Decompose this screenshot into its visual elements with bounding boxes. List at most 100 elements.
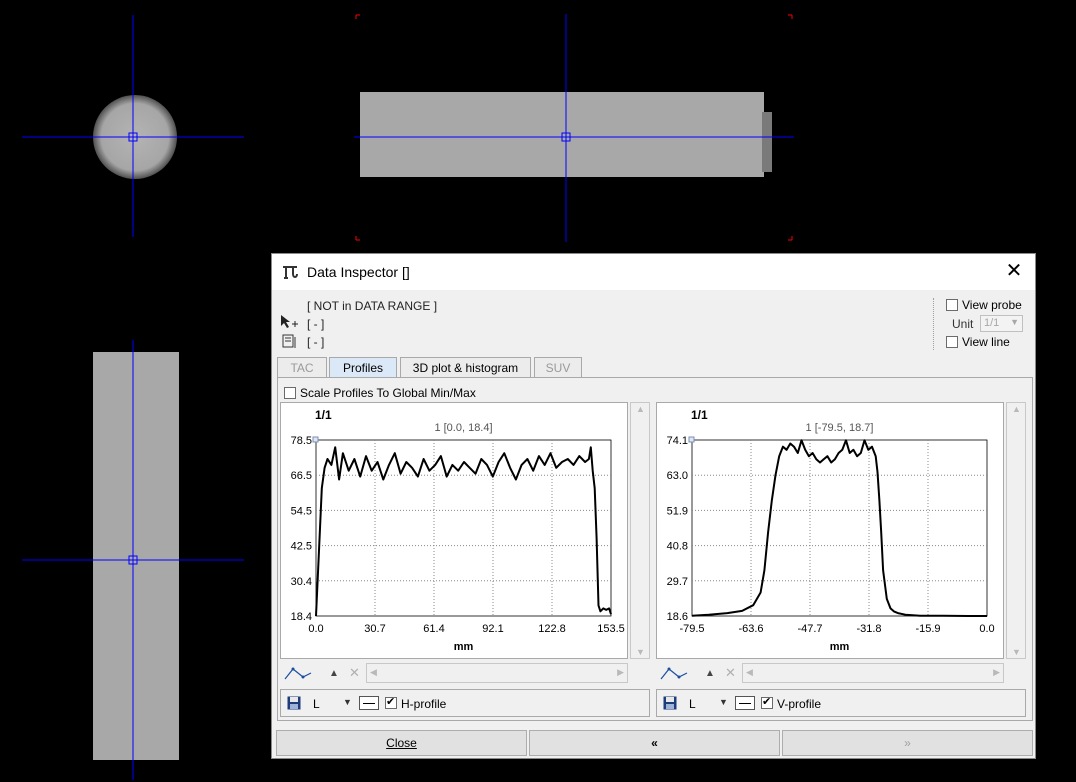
data-inspector-dialog: Data Inspector [] ✕ [ NOT in DATA RANGE … — [271, 253, 1036, 759]
profile-line-tool-icon[interactable] — [659, 665, 689, 683]
h-profile-controls: L ▼ H-profile — [280, 689, 650, 717]
x-tick-label: -79.5 — [679, 623, 704, 635]
v-profile-label: V-profile — [777, 697, 822, 711]
remove-icon[interactable]: ✕ — [725, 665, 736, 681]
v-profile-chart: 1 [-79.5, 18.7]74.163.051.940.829.718.6-… — [667, 422, 995, 653]
scale-profiles-label: Scale Profiles To Global Min/Max — [300, 386, 476, 400]
line-style-value[interactable]: L — [689, 697, 696, 711]
h-profile-checkbox[interactable] — [385, 695, 397, 709]
chevron-down-icon[interactable]: ▼ — [343, 697, 352, 707]
profile-line — [691, 439, 987, 617]
cursor-value: [ - ] — [307, 317, 325, 331]
y-tick-label: 18.6 — [667, 611, 688, 623]
data-range-status: [ NOT in DATA RANGE ] — [307, 299, 438, 313]
unit-select[interactable]: 1/1 ▼ — [980, 315, 1023, 332]
y-tick-label: 63.0 — [667, 470, 688, 482]
h-profile-plot[interactable]: 1/1 1 [0.0, 18.4] 78.5 66.5 54.5 42.5 30.4 18.… — [280, 402, 628, 659]
view-line-checkbox[interactable] — [946, 336, 958, 348]
close-icon[interactable]: ✕ — [1003, 260, 1025, 282]
x-axis-label: mm — [830, 641, 850, 653]
view-probe-checkbox[interactable] — [946, 299, 958, 311]
y-tick-label: 51.9 — [667, 505, 688, 517]
y-tick-label: 30.4 — [291, 576, 312, 588]
profiles-panel: Scale Profiles To Global Min/Max 1/1 1 [… — [277, 377, 1033, 721]
scroll-right-icon[interactable]: ▶ — [617, 667, 624, 678]
h-profile-vertical-scrollbar[interactable]: ▲ ▼ — [630, 402, 650, 659]
v-profile-checkbox[interactable] — [761, 695, 773, 709]
y-tick-label: 40.8 — [667, 541, 688, 553]
remove-icon[interactable]: ✕ — [349, 665, 360, 681]
profile-line — [315, 446, 612, 617]
view-line-label: View line — [962, 335, 1010, 349]
plot-frame — [315, 439, 612, 617]
axis-handle — [312, 436, 319, 443]
x-tick-label: 122.8 — [538, 623, 566, 635]
chart-title: 1 [-79.5, 18.7] — [806, 422, 874, 434]
sagittal-view[interactable] — [22, 340, 272, 780]
x-tick-label: 0.0 — [308, 623, 323, 635]
scale-profiles-checkbox[interactable] — [284, 387, 296, 399]
previous-button[interactable]: « — [529, 730, 780, 756]
x-tick-label: -63.6 — [738, 623, 763, 635]
line-color-swatch[interactable] — [359, 696, 379, 710]
move-up-icon[interactable]: ▲ — [329, 668, 339, 679]
close-button[interactable]: Close — [276, 730, 527, 756]
coronal-view[interactable] — [354, 14, 794, 242]
next-button[interactable]: » — [782, 730, 1033, 756]
line-style-value[interactable]: L — [313, 697, 320, 711]
cursor-probe-icon — [281, 315, 298, 328]
scroll-left-icon[interactable]: ◀ — [746, 667, 753, 678]
chevron-down-icon[interactable]: ▼ — [719, 697, 728, 707]
save-icon[interactable] — [663, 696, 677, 710]
v-profile-vertical-scrollbar[interactable]: ▲ ▼ — [1006, 402, 1026, 659]
x-tick-label: -47.7 — [797, 623, 822, 635]
probe-value-icon — [282, 334, 296, 348]
scroll-up-icon[interactable]: ▲ — [1012, 404, 1021, 414]
tab-tac[interactable]: TAC — [277, 357, 327, 377]
scroll-down-icon[interactable]: ▼ — [636, 647, 645, 657]
x-tick-label: 0.0 — [979, 623, 994, 635]
tab-profiles[interactable]: Profiles — [329, 357, 397, 377]
dialog-title: Data Inspector [] — [307, 264, 410, 280]
y-tick-label: 78.5 — [291, 435, 312, 447]
y-tick-label: 54.5 — [291, 505, 312, 517]
y-tick-label: 29.7 — [667, 576, 688, 588]
y-tick-label: 66.5 — [291, 470, 312, 482]
h-profile-chart: 1 [0.0, 18.4] 78.5 66.5 54.5 42.5 30.4 18.40.0… — [291, 422, 625, 653]
y-tick-label: 18.4 — [291, 611, 312, 623]
transaxial-view[interactable] — [22, 15, 244, 237]
tab-suv[interactable]: SUV — [534, 357, 582, 377]
probe-value: [ - ] — [307, 335, 325, 349]
v-profile-horizontal-scrollbar[interactable]: ◀ ▶ — [742, 663, 1004, 683]
x-tick-label: 61.4 — [423, 623, 444, 635]
options-divider — [933, 298, 935, 350]
line-color-swatch[interactable] — [735, 696, 755, 710]
profile-line-tool-icon[interactable] — [283, 665, 313, 683]
axis-handle — [688, 436, 695, 443]
x-tick-label: 30.7 — [364, 623, 385, 635]
app-logo-icon — [283, 266, 298, 279]
y-tick-label: 42.5 — [291, 541, 312, 553]
scroll-left-icon[interactable]: ◀ — [370, 667, 377, 678]
scroll-right-icon[interactable]: ▶ — [993, 667, 1000, 678]
v-profile-plot[interactable]: 1/1 1 [-79.5, 18.7] 74.1 63.0 51.9 40.8 29.7 1… — [656, 402, 1004, 659]
x-axis-label: mm — [454, 641, 474, 653]
x-tick-label: 92.1 — [482, 623, 503, 635]
unit-label: Unit — [952, 317, 974, 331]
plot-frame — [691, 439, 988, 617]
scroll-up-icon[interactable]: ▲ — [636, 404, 645, 414]
x-tick-label: -15.9 — [915, 623, 940, 635]
title-bar: Data Inspector [] ✕ — [272, 254, 1035, 290]
h-profile-horizontal-scrollbar[interactable]: ◀ ▶ — [366, 663, 628, 683]
x-tick-label: -31.8 — [856, 623, 881, 635]
h-profile-label: H-profile — [401, 697, 447, 711]
x-tick-label: 153.5 — [597, 623, 625, 635]
chart-title: 1 [0.0, 18.4] — [434, 422, 492, 434]
tab-3d-plot-histogram[interactable]: 3D plot & histogram — [400, 357, 531, 377]
chevron-down-icon: ▼ — [1010, 317, 1019, 327]
scroll-down-icon[interactable]: ▼ — [1012, 647, 1021, 657]
save-icon[interactable] — [287, 696, 301, 710]
view-probe-label: View probe — [962, 298, 1022, 312]
v-profile-controls: L ▼ V-profile — [656, 689, 1026, 717]
move-up-icon[interactable]: ▲ — [705, 668, 715, 679]
